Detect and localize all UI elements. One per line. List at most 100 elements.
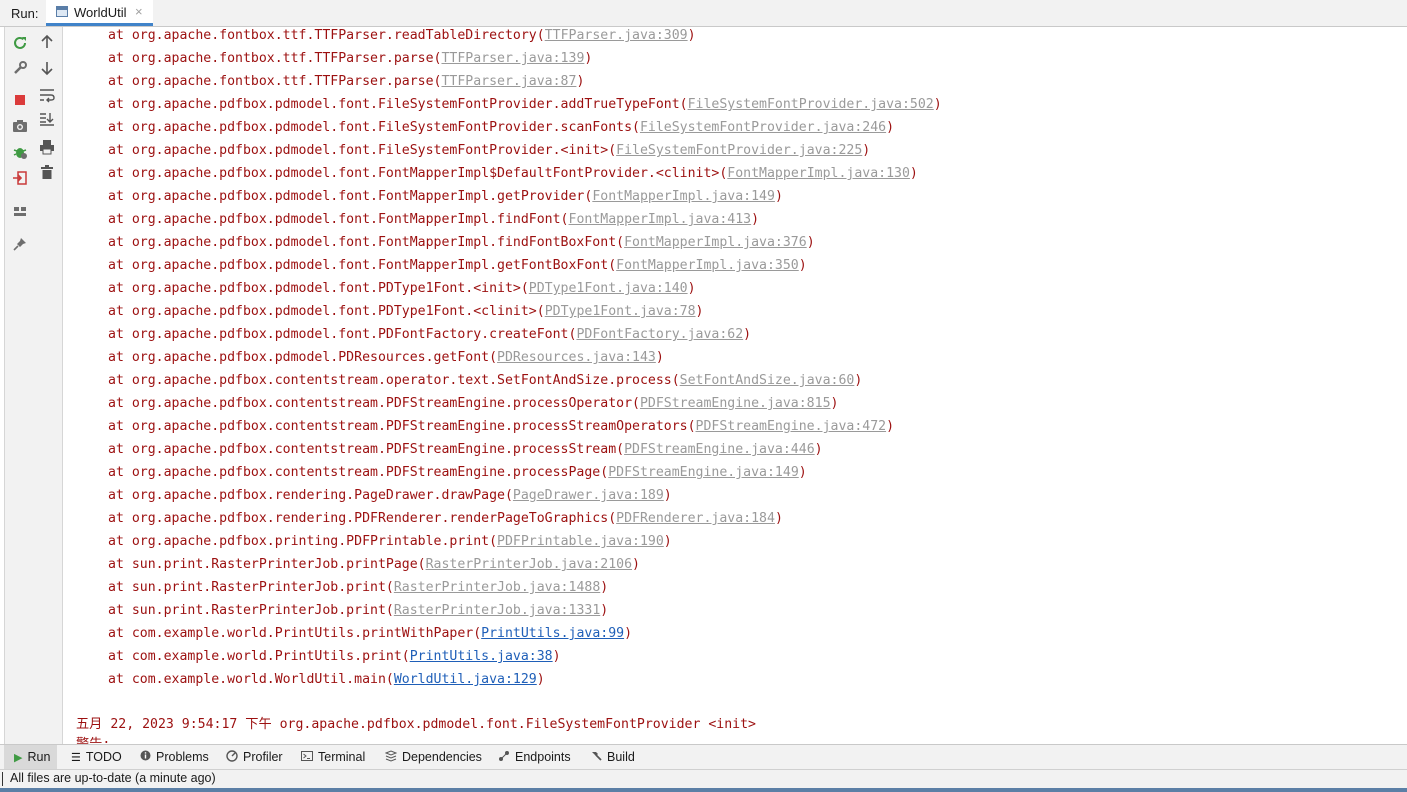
stack-trace-line: at org.apache.pdfbox.contentstream.opera…	[108, 371, 862, 391]
tab-todo-label: TODO	[85, 750, 122, 764]
tab-endpoints[interactable]: Endpoints	[498, 745, 571, 769]
stack-trace-line: at org.apache.pdfbox.pdmodel.PDResources…	[108, 348, 664, 368]
run-config-tab-label: WorldUtil	[74, 5, 127, 20]
rerun-icon[interactable]	[12, 35, 28, 51]
stack-frame-text: at org.apache.pdfbox.pdmodel.font.PDType…	[108, 281, 529, 296]
status-caret	[2, 772, 3, 786]
debug-bug-icon[interactable]	[12, 144, 28, 160]
status-message[interactable]: All files are up-to-date (a minute ago)	[10, 771, 216, 785]
source-file-link[interactable]: PDType1Font.java:78	[545, 304, 696, 319]
source-file-link[interactable]: RasterPrinterJob.java:1331	[394, 603, 600, 618]
profiler-icon	[226, 749, 238, 765]
stack-frame-close-paren: )	[687, 28, 696, 43]
source-file-link[interactable]: PDFRenderer.java:184	[616, 511, 775, 526]
source-file-link[interactable]: PDType1Font.java:140	[529, 281, 688, 296]
stack-trace-line: at org.apache.pdfbox.pdmodel.font.FontMa…	[108, 164, 918, 184]
source-file-link[interactable]: FileSystemFontProvider.java:502	[688, 97, 934, 112]
source-file-link[interactable]: PageDrawer.java:189	[513, 488, 664, 503]
source-file-link[interactable]: PrintUtils.java:38	[410, 649, 553, 664]
source-file-link[interactable]: SetFontAndSize.java:60	[680, 373, 855, 388]
stack-trace-line: at org.apache.pdfbox.pdmodel.font.PDFont…	[108, 325, 751, 345]
stack-frame-text: at org.apache.pdfbox.printing.PDFPrintab…	[108, 534, 498, 549]
source-file-link[interactable]: TTFParser.java:139	[441, 51, 584, 66]
stop-icon[interactable]	[12, 92, 28, 108]
source-file-link[interactable]: TTFParser.java:87	[441, 74, 576, 89]
stack-frame-text: at org.apache.pdfbox.pdmodel.font.FontMa…	[108, 258, 617, 273]
dependencies-icon	[384, 749, 398, 765]
stack-trace-line: at com.example.world.WorldUtil.main(Worl…	[108, 670, 545, 690]
source-file-link[interactable]: PDFStreamEngine.java:446	[624, 442, 815, 457]
stack-trace-line: at com.example.world.PrintUtils.printWit…	[108, 624, 632, 644]
stack-frame-text: at org.apache.pdfbox.rendering.PDFRender…	[108, 511, 617, 526]
tab-profiler[interactable]: Profiler	[226, 745, 283, 769]
stack-frame-text: at org.apache.pdfbox.contentstream.PDFSt…	[108, 442, 625, 457]
source-file-link[interactable]: PDResources.java:143	[497, 350, 656, 365]
endpoints-icon	[498, 750, 510, 765]
source-file-link[interactable]: FontMapperImpl.java:350	[616, 258, 799, 273]
tab-dependencies[interactable]: Dependencies	[384, 745, 482, 769]
source-file-link[interactable]: FontMapperImpl.java:376	[624, 235, 807, 250]
tab-run[interactable]: ▶ Run	[4, 745, 57, 769]
stack-trace-line: at org.apache.pdfbox.pdmodel.font.PDType…	[108, 279, 696, 299]
pin-icon[interactable]	[12, 236, 28, 252]
source-file-link[interactable]: FontMapperImpl.java:413	[569, 212, 752, 227]
wrench-icon[interactable]	[12, 60, 28, 76]
source-file-link[interactable]: RasterPrinterJob.java:1488	[394, 580, 600, 595]
scroll-to-end-icon[interactable]	[39, 111, 55, 127]
stack-frame-close-paren: )	[584, 51, 593, 66]
os-taskbar-strip	[0, 788, 1407, 792]
source-file-link[interactable]: FontMapperImpl.java:149	[592, 189, 775, 204]
tab-terminal[interactable]: Terminal	[301, 745, 365, 769]
camera-icon[interactable]	[12, 118, 28, 134]
source-file-link[interactable]: PDFPrintable.java:190	[497, 534, 664, 549]
stack-frame-text: at org.apache.pdfbox.pdmodel.font.PDFont…	[108, 327, 577, 342]
print-icon[interactable]	[39, 139, 55, 155]
tool-window-bar: ▶ Run ☰ TODO Problems Profiler Terminal …	[0, 744, 1407, 769]
source-file-link[interactable]: PDFStreamEngine.java:815	[640, 396, 831, 411]
stack-trace-line: at sun.print.RasterPrinterJob.print(Rast…	[108, 578, 608, 598]
layout-icon[interactable]	[12, 203, 28, 219]
source-file-link[interactable]: FileSystemFontProvider.java:225	[616, 143, 862, 158]
soft-wrap-icon[interactable]	[39, 87, 55, 103]
run-actions-toolbar	[4, 27, 34, 744]
run-icon: ▶	[14, 751, 23, 764]
source-file-link[interactable]: PDFStreamEngine.java:149	[608, 465, 799, 480]
tab-dependencies-label: Dependencies	[402, 750, 482, 764]
stack-frame-text: at org.apache.pdfbox.pdmodel.font.FontMa…	[108, 235, 625, 250]
run-config-tab[interactable]: WorldUtil ×	[46, 0, 153, 26]
stack-frame-close-paren: )	[909, 166, 918, 181]
stack-frame-text: at org.apache.pdfbox.contentstream.opera…	[108, 373, 680, 388]
tab-todo[interactable]: ☰ TODO	[71, 745, 122, 769]
source-file-link[interactable]: FontMapperImpl.java:130	[727, 166, 910, 181]
stack-frame-close-paren: )	[798, 465, 807, 480]
log-timestamp-line: 五月 22, 2023 9:54:17 下午 org.apache.pdfbox…	[76, 717, 756, 732]
stack-trace-line: at org.apache.pdfbox.printing.PDFPrintab…	[108, 532, 672, 552]
trash-icon[interactable]	[39, 164, 55, 180]
stack-frame-close-paren: )	[632, 557, 640, 572]
status-bar: All files are up-to-date (a minute ago)	[0, 769, 1407, 788]
close-tab-icon[interactable]: ×	[135, 4, 143, 19]
import-arrow-icon[interactable]	[12, 170, 28, 186]
stack-frame-text: at org.apache.pdfbox.contentstream.PDFSt…	[108, 419, 696, 434]
stack-trace-line: at org.apache.pdfbox.pdmodel.font.FileSy…	[108, 118, 894, 138]
arrow-down-icon[interactable]	[39, 60, 55, 76]
stack-frame-close-paren: )	[798, 258, 807, 273]
tab-problems-label: Problems	[156, 750, 209, 764]
stack-frame-close-paren: )	[655, 350, 664, 365]
console-output[interactable]: at org.apache.fontbox.ttf.TTFParser.read…	[63, 27, 1407, 744]
tab-problems[interactable]: Problems	[140, 745, 209, 769]
source-file-link[interactable]: PDFStreamEngine.java:472	[696, 419, 887, 434]
arrow-up-icon[interactable]	[39, 34, 55, 50]
stack-trace-line: at sun.print.RasterPrinterJob.printPage(…	[108, 555, 640, 575]
stack-trace-line: at org.apache.pdfbox.contentstream.PDFSt…	[108, 394, 838, 414]
tab-build[interactable]: Build	[590, 745, 635, 769]
source-file-link[interactable]: RasterPrinterJob.java:2106	[426, 557, 632, 572]
source-file-link[interactable]: TTFParser.java:309	[545, 28, 688, 43]
stack-trace-line: at org.apache.fontbox.ttf.TTFParser.pars…	[108, 49, 592, 69]
source-file-link[interactable]: FileSystemFontProvider.java:246	[640, 120, 886, 135]
source-file-link[interactable]: WorldUtil.java:129	[394, 672, 537, 687]
stack-frame-close-paren: )	[743, 327, 752, 342]
source-file-link[interactable]: PDFontFactory.java:62	[576, 327, 743, 342]
stack-trace-line: at org.apache.pdfbox.contentstream.PDFSt…	[108, 440, 823, 460]
source-file-link[interactable]: PrintUtils.java:99	[481, 626, 624, 641]
